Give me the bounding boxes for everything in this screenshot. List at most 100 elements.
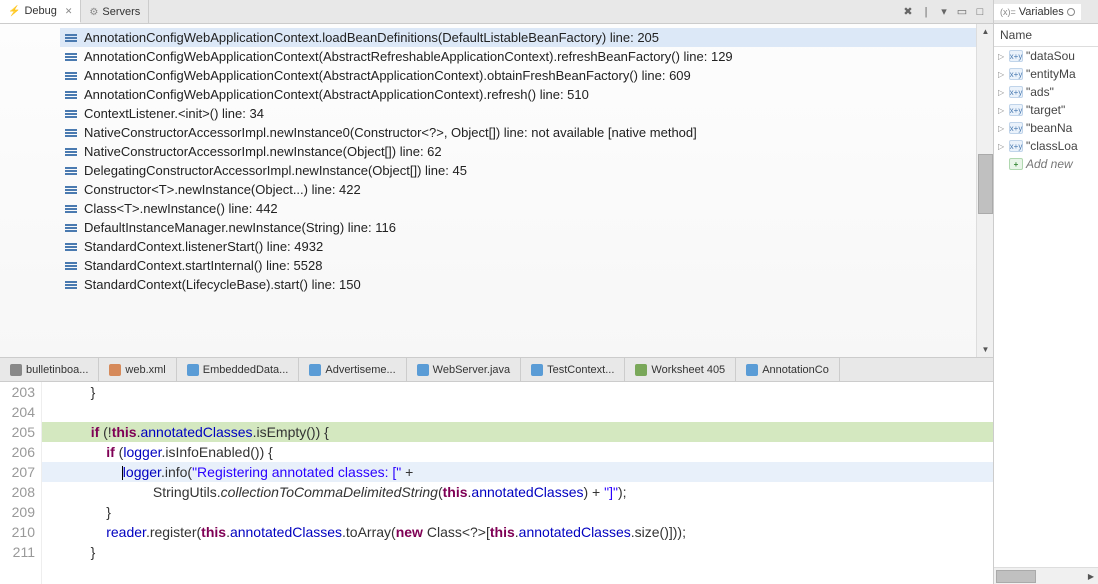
editor-tab[interactable]: bulletinboa... [0, 358, 99, 381]
variable-name: "target" [1026, 103, 1065, 117]
variable-icon: x+y [1009, 104, 1023, 116]
editor-tab[interactable]: TestContext... [521, 358, 625, 381]
code-line-current: if (!this.annotatedClasses.isEmpty()) { [42, 422, 993, 442]
stack-frame-icon [64, 203, 78, 215]
stack-frame-icon [64, 89, 78, 101]
close-icon[interactable]: ✕ [65, 6, 73, 17]
variable-row[interactable]: ▷x+y"beanNa [994, 119, 1098, 137]
expand-icon[interactable]: ▷ [998, 106, 1006, 115]
editor-tab[interactable]: EmbeddedData... [177, 358, 300, 381]
tab-label: Debug [24, 5, 56, 17]
code-line: if (logger.isInfoEnabled()) { [42, 442, 993, 462]
editor-tab-label: web.xml [125, 364, 165, 376]
expand-icon[interactable]: ▷ [998, 70, 1006, 79]
vertical-scrollbar[interactable]: ▲ ▼ [976, 24, 993, 357]
servers-icon [89, 6, 98, 18]
variable-row[interactable]: ▷x+y"target" [994, 101, 1098, 119]
code-line: reader.register(this.annotatedClasses.to… [42, 522, 993, 542]
code-line: } [42, 542, 993, 562]
stack-frame-icon [64, 279, 78, 291]
stack-frame-label: Constructor<T>.newInstance(Object...) li… [84, 182, 361, 197]
scroll-thumb[interactable] [978, 154, 993, 214]
stack-frame-label: DelegatingConstructorAccessorImpl.newIns… [84, 163, 467, 178]
file-icon [10, 364, 22, 376]
stack-frame-label: ContextListener.<init>() line: 34 [84, 106, 264, 121]
stack-frame[interactable]: AnnotationConfigWebApplicationContext(Ab… [60, 47, 976, 66]
editor-tab-label: AnnotationCo [762, 364, 829, 376]
variables-tab[interactable]: (x)= Variables [994, 4, 1081, 20]
variables-list[interactable]: ▷x+y"dataSou▷x+y"entityMa▷x+y"ads"▷x+y"t… [994, 47, 1098, 567]
stack-frame[interactable]: AnnotationConfigWebApplicationContext(Ab… [60, 85, 976, 104]
debug-toolbar: ✖ | ▾ ▭ □ [901, 5, 993, 19]
debug-icon [8, 5, 20, 17]
variable-row[interactable]: ▷x+y"entityMa [994, 65, 1098, 83]
expand-icon[interactable]: ▷ [998, 52, 1006, 61]
variables-column-name[interactable]: Name [994, 24, 1098, 47]
minimize-icon[interactable]: ▭ [955, 5, 969, 19]
stack-frame-icon [64, 260, 78, 272]
view-menu-icon[interactable]: ▾ [937, 5, 951, 19]
variable-row[interactable]: ▷x+y"dataSou [994, 47, 1098, 65]
file-icon [635, 364, 647, 376]
horizontal-scrollbar[interactable]: ▶ [994, 567, 1098, 584]
editor-tab[interactable]: WebServer.java [407, 358, 521, 381]
editor-tab-label: Worksheet 405 [651, 364, 725, 376]
stack-frame-icon [64, 127, 78, 139]
stack-frame[interactable]: AnnotationConfigWebApplicationContext(Ab… [60, 66, 976, 85]
stack-frame-label: NativeConstructorAccessorImpl.newInstanc… [84, 144, 442, 159]
editor-tab[interactable]: Worksheet 405 [625, 358, 736, 381]
stack-frame[interactable]: NativeConstructorAccessorImpl.newInstanc… [60, 142, 976, 161]
variable-icon: x+y [1009, 68, 1023, 80]
stack-frame[interactable]: AnnotationConfigWebApplicationContext.lo… [60, 28, 976, 47]
editor-tab[interactable]: web.xml [99, 358, 176, 381]
variable-row[interactable]: ▷x+y"classLoa [994, 137, 1098, 155]
stack-frame-icon [64, 184, 78, 196]
remove-terminated-icon[interactable]: ✖ [901, 5, 915, 19]
tab-label: Servers [102, 6, 140, 18]
stack-frame-icon [64, 108, 78, 120]
code-line: } [42, 502, 993, 522]
breakpoints-icon[interactable] [1067, 8, 1075, 16]
stack-frame[interactable]: ContextListener.<init>() line: 34 [60, 104, 976, 123]
code-line [42, 402, 993, 422]
stack-frame[interactable]: DelegatingConstructorAccessorImpl.newIns… [60, 161, 976, 180]
code-line: } [42, 382, 993, 402]
stack-frame[interactable]: DefaultInstanceManager.newInstance(Strin… [60, 218, 976, 237]
variable-icon: x+y [1009, 86, 1023, 98]
expand-icon[interactable]: ▷ [998, 124, 1006, 133]
tab-debug[interactable]: Debug ✕ [0, 0, 81, 23]
editor-tab-label: bulletinboa... [26, 364, 88, 376]
stack-frames-list[interactable]: AnnotationConfigWebApplicationContext.lo… [0, 24, 976, 357]
stack-frame-icon [64, 51, 78, 63]
file-icon [531, 364, 543, 376]
stack-frame[interactable]: StandardContext.listenerStart() line: 49… [60, 237, 976, 256]
stack-frame[interactable]: NativeConstructorAccessorImpl.newInstanc… [60, 123, 976, 142]
add-expression-row[interactable]: +Add new [994, 155, 1098, 173]
expand-icon[interactable]: ▷ [998, 88, 1006, 97]
scroll-up-icon[interactable]: ▲ [978, 24, 993, 39]
file-icon [109, 364, 121, 376]
stack-frame[interactable]: StandardContext.startInternal() line: 55… [60, 256, 976, 275]
editor-tab[interactable]: Advertiseme... [299, 358, 406, 381]
line-number: 209 [0, 502, 35, 522]
stack-frame[interactable]: Class<T>.newInstance() line: 442 [60, 199, 976, 218]
scroll-right-icon[interactable]: ▶ [1084, 569, 1098, 583]
editor-tab[interactable]: AnnotationCo [736, 358, 840, 381]
stack-frame[interactable]: Constructor<T>.newInstance(Object...) li… [60, 180, 976, 199]
line-number: 207 [0, 462, 35, 482]
editor-tab-label: Advertiseme... [325, 364, 395, 376]
expand-icon[interactable]: ▷ [998, 142, 1006, 151]
variable-row[interactable]: ▷x+y"ads" [994, 83, 1098, 101]
editor-tab-label: TestContext... [547, 364, 614, 376]
tab-servers[interactable]: Servers [81, 0, 149, 23]
source-editor[interactable]: 203204205206207208209210211 } if (!this.… [0, 382, 993, 584]
scroll-down-icon[interactable]: ▼ [978, 342, 993, 357]
stack-frame-icon [64, 241, 78, 253]
maximize-icon[interactable]: □ [973, 5, 987, 19]
stack-frame[interactable]: StandardContext(LifecycleBase).start() l… [60, 275, 976, 294]
scroll-thumb[interactable] [996, 570, 1036, 583]
stack-frame-icon [64, 165, 78, 177]
line-number: 210 [0, 522, 35, 542]
variable-name: "classLoa [1026, 139, 1078, 153]
code-area[interactable]: } if (!this.annotatedClasses.isEmpty()) … [42, 382, 993, 584]
